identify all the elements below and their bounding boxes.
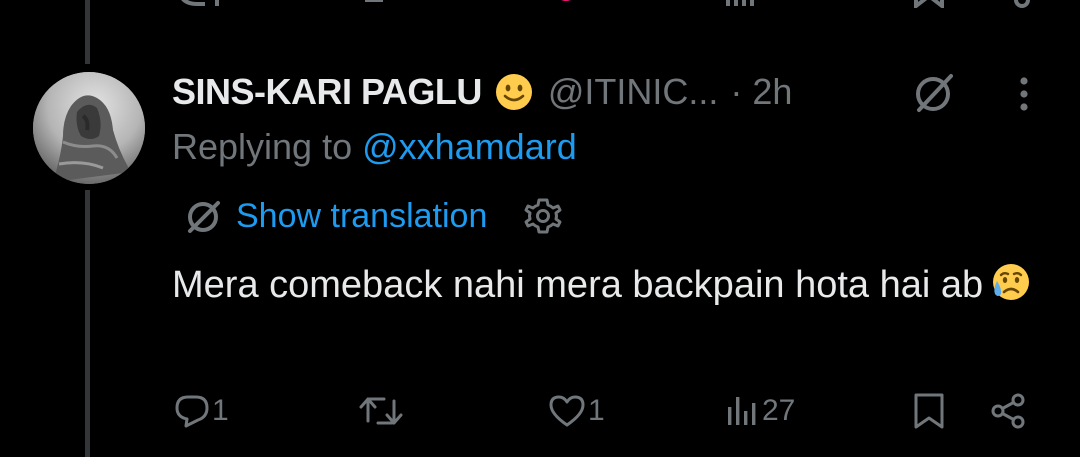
bookmark-icon[interactable]: [912, 0, 946, 13]
heart-icon[interactable]: [548, 0, 584, 13]
tweet-header: SINS-KARI PAGLU @ITINIC... · 2h: [172, 70, 792, 114]
share-icon: [991, 393, 1025, 429]
like-count: 1: [588, 394, 605, 427]
tweet-text-body: Mera comeback nahi mera backpain hota ha…: [172, 264, 984, 306]
heart-icon: [549, 395, 585, 427]
reply-icon: [175, 395, 209, 428]
replying-to: Replying to @xxhamdard: [172, 126, 577, 168]
bookmark-button[interactable]: [912, 386, 946, 436]
views-icon[interactable]: [724, 0, 814, 13]
action-bar: 1 1 27: [0, 386, 1080, 436]
tweet-text: Mera comeback nahi mera backpain hota ha…: [172, 258, 1052, 312]
retweet-icon: [359, 397, 403, 425]
reply-button[interactable]: 1: [174, 386, 229, 436]
previous-tweet-actions: [0, 0, 1080, 11]
views-button[interactable]: 27: [726, 386, 795, 436]
thread-line-top: [85, 0, 90, 64]
bookmark-icon: [914, 393, 944, 429]
show-translation-link[interactable]: Show translation: [236, 197, 487, 236]
avatar[interactable]: [33, 72, 145, 184]
retweet-button[interactable]: [358, 386, 406, 436]
sad-relieved-emoji-icon: [989, 261, 1031, 303]
share-icon[interactable]: [1000, 0, 1030, 13]
translation-row: Show translation: [182, 192, 563, 240]
grok-icon[interactable]: [911, 70, 957, 116]
reply-icon[interactable]: [175, 0, 235, 13]
gear-icon[interactable]: [523, 196, 563, 236]
more-icon[interactable]: [1006, 74, 1042, 114]
display-name[interactable]: SINS-KARI PAGLU: [172, 71, 482, 113]
views-count: 27: [762, 394, 796, 427]
reply-count: 1: [212, 394, 229, 427]
share-button[interactable]: [988, 386, 1028, 436]
replying-to-mention[interactable]: @xxhamdard: [362, 126, 577, 167]
smile-emoji-icon: [494, 72, 534, 112]
views-icon: [728, 397, 756, 425]
replying-to-label: Replying to: [172, 126, 363, 167]
like-button[interactable]: 1: [548, 386, 605, 436]
grok-icon[interactable]: [182, 195, 224, 237]
retweet-icon[interactable]: [363, 0, 407, 13]
handle[interactable]: @ITINIC...: [548, 71, 719, 113]
timestamp[interactable]: · 2h: [730, 71, 792, 113]
